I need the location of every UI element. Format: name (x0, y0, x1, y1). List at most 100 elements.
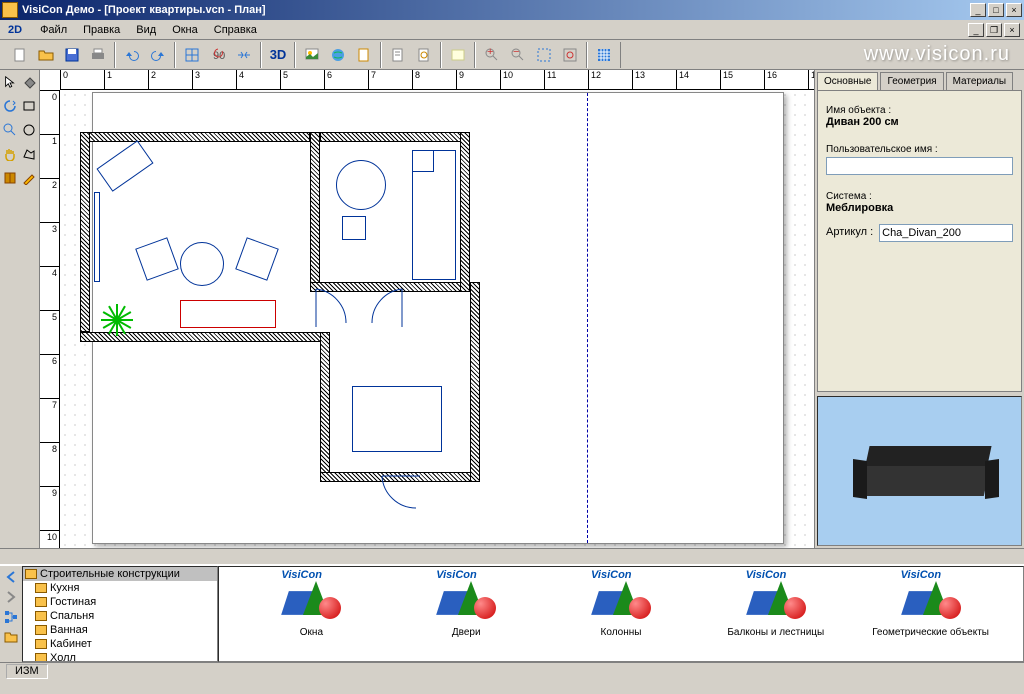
note-button[interactable] (446, 43, 470, 67)
zoom-tool[interactable] (0, 118, 20, 142)
catalog-item[interactable]: VisiConОкна (249, 571, 374, 657)
ruler-tick: 7 (368, 70, 376, 89)
catalog-item[interactable]: VisiConБалконы и лестницы (713, 571, 838, 657)
doc-minimize-button[interactable]: _ (968, 23, 984, 37)
doc-close-button[interactable]: × (1004, 23, 1020, 37)
new-button[interactable] (8, 43, 32, 67)
tree-node[interactable]: Кухня (23, 581, 217, 595)
folder-icon (35, 639, 47, 649)
tree-icon[interactable] (2, 608, 20, 626)
nav-fwd-icon[interactable] (2, 588, 20, 606)
menu-windows[interactable]: Окна (164, 22, 206, 38)
tree-node[interactable]: Спальня (23, 609, 217, 623)
ruler-tick: 10 (40, 530, 59, 542)
close-button[interactable]: × (1006, 3, 1022, 17)
dining-table[interactable] (336, 160, 386, 210)
zoom-window-button[interactable] (558, 43, 582, 67)
door-tool[interactable] (0, 166, 20, 190)
user-name-input[interactable] (826, 157, 1013, 175)
zoom-out-button[interactable]: − (506, 43, 530, 67)
doc-restore-button[interactable]: ❐ (986, 23, 1002, 37)
chair[interactable] (342, 216, 366, 240)
tree-label: Кабинет (50, 638, 92, 650)
horizontal-scrollbar[interactable] (0, 548, 1024, 564)
fill-tool[interactable] (20, 70, 40, 94)
3d-button[interactable]: 3D (266, 43, 290, 67)
doc-button[interactable] (352, 43, 376, 67)
catalog-item[interactable]: VisiConГеометрические объекты (868, 571, 993, 657)
svg-text:−: − (513, 47, 519, 58)
folder-icon (25, 569, 37, 579)
open-button[interactable] (34, 43, 58, 67)
mode-2d-label[interactable]: 2D (4, 23, 26, 37)
nav-back-icon[interactable] (2, 568, 20, 586)
world-button[interactable] (326, 43, 350, 67)
tree-node[interactable]: Гостиная (23, 595, 217, 609)
select-tool[interactable] (0, 70, 20, 94)
undo-button[interactable] (120, 43, 144, 67)
tree-label: Ванная (50, 624, 88, 636)
tree-node[interactable]: Строительные конструкции (23, 567, 217, 581)
tree-label: Строительные конструкции (40, 568, 180, 580)
article-input[interactable] (879, 224, 1013, 242)
ruler-tick: 7 (40, 398, 59, 410)
folder-icon[interactable] (2, 628, 20, 646)
ruler-tick: 0 (40, 90, 59, 102)
property-tabs: Основные Геометрия Материалы (815, 70, 1024, 90)
circle-tool[interactable] (20, 118, 40, 142)
tab-geometry[interactable]: Геометрия (880, 72, 943, 90)
ruler-tick: 14 (676, 70, 689, 89)
round-table[interactable] (180, 242, 224, 286)
sofa-selected[interactable] (180, 300, 276, 328)
item-thumb: VisiCon (585, 571, 657, 623)
plant[interactable] (102, 290, 132, 320)
tab-general[interactable]: Основные (817, 72, 878, 91)
fold-line (587, 93, 588, 543)
shelf[interactable] (94, 192, 100, 282)
flip-button[interactable] (232, 43, 256, 67)
ruler-tick: 9 (456, 70, 464, 89)
folder-icon (35, 583, 47, 593)
menu-view[interactable]: Вид (128, 22, 164, 38)
poly-tool[interactable] (20, 142, 40, 166)
catalog-item[interactable]: VisiConКолонны (559, 571, 684, 657)
tree-node[interactable]: Кабинет (23, 637, 217, 651)
ruler-tick: 4 (40, 266, 59, 278)
catalog-item[interactable]: VisiConДвери (404, 571, 529, 657)
settings-button[interactable] (412, 43, 436, 67)
system-label: Система : (826, 191, 1013, 202)
drawing-canvas[interactable] (60, 90, 814, 548)
grid-button[interactable] (180, 43, 204, 67)
report-button[interactable] (386, 43, 410, 67)
zoom-fit-button[interactable] (532, 43, 556, 67)
app-icon (2, 2, 18, 18)
maximize-button[interactable]: □ (988, 3, 1004, 17)
export-image-button[interactable] (300, 43, 324, 67)
marker-tool[interactable] (20, 166, 40, 190)
fridge[interactable] (412, 150, 434, 172)
item-caption: Геометрические объекты (868, 627, 993, 638)
redo-button[interactable] (146, 43, 170, 67)
rotate-tool[interactable] (0, 94, 20, 118)
tab-materials[interactable]: Материалы (946, 72, 1014, 90)
pan-tool[interactable] (0, 142, 20, 166)
object-name-value: Диван 200 см (826, 116, 1013, 128)
catalog-tree[interactable]: Строительные конструкцииКухняГостинаяСпа… (22, 566, 218, 662)
menu-file[interactable]: Файл (32, 22, 75, 38)
save-button[interactable] (60, 43, 84, 67)
zoom-in-button[interactable]: + (480, 43, 504, 67)
menu-edit[interactable]: Правка (75, 22, 128, 38)
watermark-url: www.visicon.ru (864, 43, 1020, 66)
minimize-button[interactable]: _ (970, 3, 986, 17)
folder-icon (35, 597, 47, 607)
print-button[interactable] (86, 43, 110, 67)
menu-help[interactable]: Справка (206, 22, 265, 38)
item-caption: Окна (249, 627, 374, 638)
rect-tool[interactable] (20, 94, 40, 118)
grid-toggle-button[interactable] (592, 43, 616, 67)
tree-node[interactable]: Ванная (23, 623, 217, 637)
rotate-button[interactable]: 90 (206, 43, 230, 67)
tree-node[interactable]: Холл (23, 651, 217, 662)
bed[interactable] (352, 386, 442, 452)
ruler-tick: 17 (808, 70, 814, 89)
